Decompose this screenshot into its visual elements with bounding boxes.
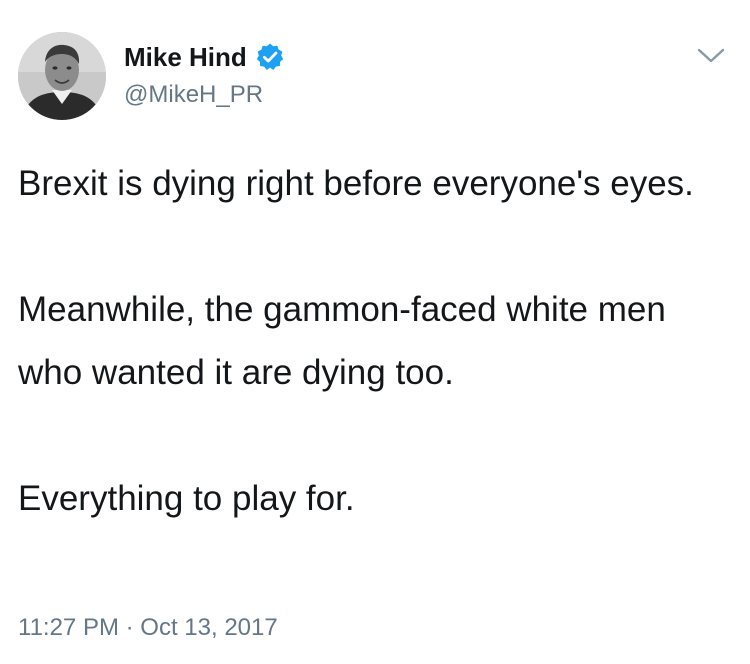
tweet-paragraph-spacer [18,215,732,278]
tweet-text: Brexit is dying right before everyone's … [18,152,732,530]
author-row: Mike Hind [124,40,285,74]
timestamp-separator: · [125,614,134,641]
tweet-paragraph: Brexit is dying right before everyone's … [18,164,694,203]
tweet-timestamp[interactable]: 11:27 PM · Oct 13, 2017 [18,612,278,644]
verified-badge-icon [255,42,285,72]
user-handle[interactable]: @MikeH_PR [124,80,263,110]
tweet-card: Mike Hind @MikeH_PR Brexit is dying righ… [0,0,750,664]
tweet-paragraph-spacer [18,404,732,467]
avatar[interactable] [18,32,106,120]
tweet-paragraph: Everything to play for. [18,479,355,518]
tweet-time: 11:27 PM [18,614,119,641]
tweet-paragraph: Meanwhile, the gammon-faced white men wh… [18,290,676,392]
tweet-date: Oct 13, 2017 [140,614,278,641]
display-name[interactable]: Mike Hind [124,40,247,74]
chevron-down-icon[interactable] [694,42,728,68]
